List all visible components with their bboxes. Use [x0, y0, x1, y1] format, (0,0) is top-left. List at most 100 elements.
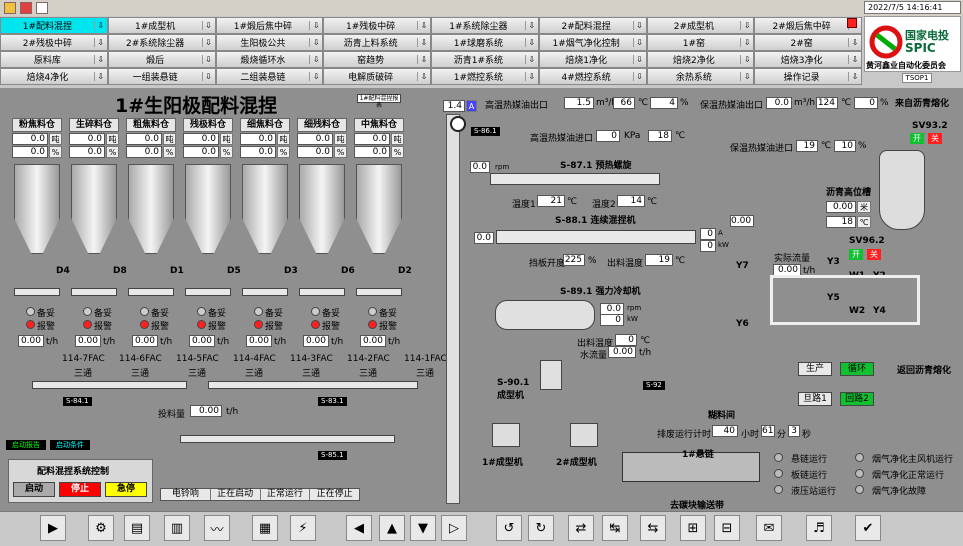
prev-icon[interactable]: ◀	[346, 515, 372, 541]
nav-item[interactable]: 原料库 ⇩	[0, 51, 108, 68]
sound-icon[interactable]: ♬	[806, 515, 832, 541]
tools-icon[interactable]: ⚙	[88, 515, 114, 541]
nav-dropdown-icon[interactable]: ⇩	[93, 21, 107, 30]
refresh-icon[interactable]: ↺	[496, 515, 522, 541]
nav-dropdown-icon[interactable]: ⇩	[201, 21, 215, 30]
nav-item[interactable]: 电解质破碎 ⇩	[323, 68, 431, 85]
power-icon[interactable]: ⚡	[290, 515, 316, 541]
nav-item[interactable]: 2#成型机 ⇩	[646, 17, 755, 34]
mode-loop1-button[interactable]: 旦路1	[798, 392, 832, 406]
nav-item[interactable]: 1#煅后焦中碎 ⇩	[215, 17, 324, 34]
machine1-icon[interactable]	[492, 423, 520, 447]
nav-dropdown-icon[interactable]: ⇩	[417, 55, 430, 64]
nav-dropdown-icon[interactable]: ⇩	[93, 38, 107, 47]
nav-item[interactable]: 2#配料混捏 ⇩	[538, 17, 647, 34]
grid-icon[interactable]: ⊞	[680, 515, 706, 541]
report-button[interactable]: 1#配料混捏报表	[357, 94, 401, 109]
trend-icon[interactable]: 〰	[204, 515, 230, 541]
nav-dropdown-icon[interactable]: ⇩	[309, 55, 322, 64]
nav-dropdown-icon[interactable]: ⇩	[632, 72, 646, 81]
run-icon[interactable]: ▶	[40, 515, 66, 541]
nav-dropdown-icon[interactable]: ⇩	[740, 21, 753, 30]
nav-dropdown-icon[interactable]: ⇩	[417, 21, 430, 30]
ok-icon[interactable]: ✔	[855, 515, 881, 541]
mail-icon[interactable]: ✉	[756, 515, 782, 541]
nav-item[interactable]: 煅后 ⇩	[107, 51, 216, 68]
nav-item[interactable]: 2#窑 ⇩	[754, 34, 862, 51]
nav-dropdown-icon[interactable]: ⇩	[309, 72, 322, 81]
nav-dropdown-icon[interactable]: ⇩	[524, 21, 538, 30]
nav-item[interactable]: 1#成型机 ⇩	[107, 17, 216, 34]
mode-cycle-button[interactable]: 循环	[840, 362, 874, 376]
list-icon[interactable]: ▦	[252, 515, 278, 541]
nav-item[interactable]: 窑趋势 ⇩	[323, 51, 431, 68]
nav-item[interactable]: 2#系统除尘器 ⇩	[107, 34, 216, 51]
machine2-icon[interactable]	[570, 423, 598, 447]
nav-item[interactable]: 1#烟气净化控制 ⇩	[538, 34, 647, 51]
nav-item[interactable]: 2#煅后焦中碎⇩	[754, 17, 862, 34]
doc-icon[interactable]: ▤	[124, 515, 150, 541]
mode-production-button[interactable]: 生产	[798, 362, 832, 376]
nav-item[interactable]: 2#残极中碎 ⇩	[0, 34, 108, 51]
nav-dropdown-icon[interactable]: ⇩	[848, 38, 861, 47]
sv932-open-button[interactable]: 开	[910, 133, 924, 144]
nav-dropdown-icon[interactable]: ⇩	[524, 72, 538, 81]
nav-item[interactable]: 焙烧4净化 ⇩	[0, 68, 108, 85]
nav-dropdown-icon[interactable]: ⇩	[632, 55, 646, 64]
table-icon[interactable]: ⊟	[714, 515, 740, 541]
sv962-open-button[interactable]: 开	[849, 249, 863, 260]
nav-item[interactable]: 1#窑 ⇩	[646, 34, 755, 51]
nav-dropdown-icon[interactable]: ⇩	[524, 38, 538, 47]
alarm-icon[interactable]	[20, 2, 32, 14]
nav-item[interactable]: 焙烧1净化 ⇩	[538, 51, 647, 68]
estop-button[interactable]: 急停	[105, 482, 147, 497]
next-icon[interactable]: ▷	[441, 515, 467, 541]
nav-item[interactable]: 沥青1#系统 ⇩	[431, 51, 539, 68]
nav-dropdown-icon[interactable]: ⇩	[417, 72, 430, 81]
nav-item[interactable]: 余热系统 ⇩	[646, 68, 755, 85]
nav-item[interactable]: 1#系统除尘器 ⇩	[431, 17, 539, 34]
nav-dropdown-icon[interactable]: ⇩	[93, 55, 107, 64]
tab-icon[interactable]: ↹	[602, 515, 628, 541]
nav-item[interactable]: 1#配料混捏 ⇩	[0, 17, 108, 34]
nav-item[interactable]: 一组装悬链 ⇩	[107, 68, 216, 85]
down-icon[interactable]: ▼	[410, 515, 436, 541]
sv932-close-button[interactable]: 关	[928, 133, 942, 144]
nav-dropdown-icon[interactable]: ⇩	[848, 55, 861, 64]
exchange-icon[interactable]: ⇆	[640, 515, 666, 541]
nav-dropdown-icon[interactable]: ⇩	[417, 38, 430, 47]
nav-dropdown-icon[interactable]: ⇩	[524, 55, 538, 64]
app-icon[interactable]	[4, 2, 16, 14]
nav-dropdown-icon[interactable]: ⇩	[201, 55, 215, 64]
nav-item[interactable]: 生阳极公共 ⇩	[215, 34, 324, 51]
stop-button[interactable]: 停止	[59, 482, 101, 497]
nav-item[interactable]: 4#燃控系统 ⇩	[538, 68, 647, 85]
alarm-indicator[interactable]	[847, 18, 857, 28]
nav-dropdown-icon[interactable]: ⇩	[740, 72, 753, 81]
nav-dropdown-icon[interactable]: ⇩	[848, 72, 861, 81]
nav-dropdown-icon[interactable]: ⇩	[740, 55, 753, 64]
nav-dropdown-icon[interactable]: ⇩	[309, 21, 322, 30]
start-report-button[interactable]: 启动报告	[6, 440, 46, 450]
nav-item[interactable]: 焙烧3净化 ⇩	[754, 51, 862, 68]
nav-dropdown-icon[interactable]: ⇩	[309, 38, 322, 47]
swap-icon[interactable]: ⇄	[568, 515, 594, 541]
nav-item[interactable]: 1#残极中碎 ⇩	[323, 17, 431, 34]
start-condition-button[interactable]: 启动条件	[50, 440, 90, 450]
nav-item[interactable]: 煅烧循环水 ⇩	[215, 51, 324, 68]
redo-icon[interactable]: ↻	[528, 515, 554, 541]
nav-item[interactable]: 操作记录 ⇩	[754, 68, 862, 85]
nav-dropdown-icon[interactable]: ⇩	[93, 72, 107, 81]
up-icon[interactable]: ▲	[379, 515, 405, 541]
nav-item[interactable]: 焙烧2净化 ⇩	[646, 51, 755, 68]
nav-item[interactable]: 1#燃控系统 ⇩	[431, 68, 539, 85]
nav-dropdown-icon[interactable]: ⇩	[201, 38, 215, 47]
nav-dropdown-icon[interactable]: ⇩	[632, 21, 646, 30]
report-icon[interactable]: ▥	[164, 515, 190, 541]
nav-dropdown-icon[interactable]: ⇩	[632, 38, 646, 47]
nav-item[interactable]: 沥青上料系统 ⇩	[323, 34, 431, 51]
nav-item[interactable]: 1#球磨系统 ⇩	[431, 34, 539, 51]
nav-dropdown-icon[interactable]: ⇩	[740, 38, 753, 47]
sv962-close-button[interactable]: 关	[867, 249, 881, 260]
nav-item[interactable]: 二组装悬链 ⇩	[215, 68, 324, 85]
